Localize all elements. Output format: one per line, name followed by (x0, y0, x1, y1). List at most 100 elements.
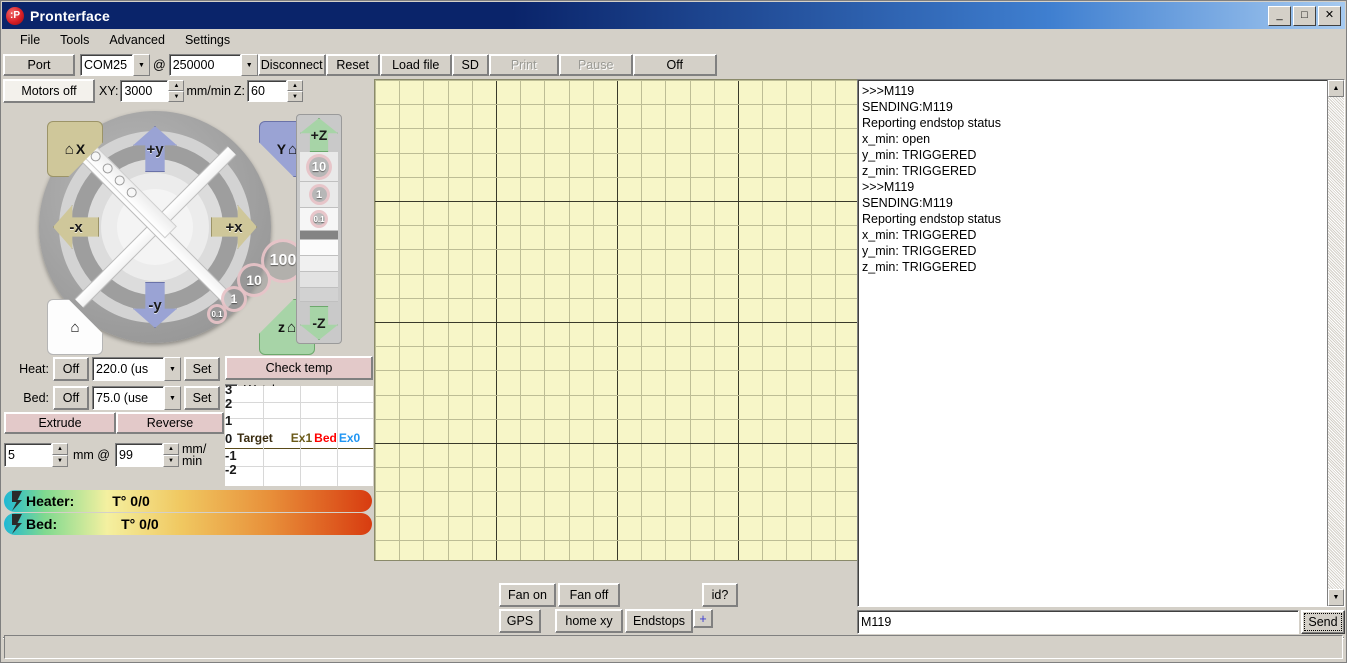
z-feedrate-label: Z: (233, 84, 246, 98)
z-feedrate-input[interactable]: 60 (247, 80, 288, 102)
title-bar: Pronterface _ □ ✕ (2, 2, 1345, 29)
bed-temp-combo-value[interactable]: 75.0 (use (92, 386, 164, 410)
grid-minor-hline (375, 370, 857, 371)
z-slot-blank-1[interactable] (300, 240, 338, 256)
send-button[interactable]: Send (1301, 610, 1345, 634)
graph-ytick--1: -1 (225, 448, 237, 463)
build-plate-visualizer[interactable] (374, 79, 858, 561)
z-step-slot-10[interactable]: 10 (300, 152, 338, 182)
menu-tools[interactable]: Tools (50, 30, 99, 50)
home-z-label: z (277, 319, 285, 335)
macro-row-1: Fan on Fan off id? (499, 583, 749, 607)
pause-button[interactable]: Pause (558, 54, 633, 76)
extrude-length-up-icon[interactable]: ▲ (52, 443, 68, 455)
bed-temp-bar[interactable]: Bed: T° 0/0 (4, 513, 372, 535)
z-step-slot-1[interactable]: 1 (300, 182, 338, 208)
baudrate-dropdown-chevron-down-icon[interactable]: ▼ (240, 54, 258, 76)
z-step-bubble-1[interactable]: 1 (308, 184, 330, 205)
xy-stepper-up-icon[interactable]: ▲ (168, 80, 185, 91)
heater-set-button[interactable]: Set (184, 357, 220, 381)
z-stepper-up-icon[interactable]: ▲ (287, 80, 304, 91)
home-icon: ⌂ (70, 318, 80, 336)
macro-home-xy-button[interactable]: home xy (555, 609, 623, 633)
home-y-label: Y (276, 141, 287, 157)
z-step-bubble-10[interactable]: 10 (306, 153, 332, 180)
check-temp-button[interactable]: Check temp (225, 356, 373, 380)
gcode-command-input[interactable]: M119 (857, 610, 1299, 634)
z-stepper-down-icon[interactable]: ▼ (287, 91, 304, 102)
heater-off-button[interactable]: Off (53, 357, 89, 381)
bed-bar-label: Bed: (26, 516, 58, 532)
macro-id-button[interactable]: id? (702, 583, 738, 607)
minimize-button[interactable]: _ (1268, 5, 1291, 26)
macro-fan-on-button[interactable]: Fan on (499, 583, 556, 607)
console-line: x_min: open (862, 132, 931, 146)
scroll-up-arrow-icon[interactable]: ▲ (1328, 80, 1344, 97)
z-step-slot-0.1[interactable]: 0.1 (300, 208, 338, 231)
extrude-length-input[interactable]: 5 (4, 443, 52, 467)
xy-stepper-down-icon[interactable]: ▼ (168, 91, 185, 102)
mmmin-label: mm/min (186, 84, 231, 98)
off-button[interactable]: Off (632, 54, 717, 76)
maximize-button[interactable]: □ (1293, 5, 1316, 26)
control-panel: +y -y -x +x ⌂ X Y ⌂ z ⌂ ⌂ 100 10 1 0.1 +… (1, 104, 373, 656)
z-slot-blank-4[interactable] (300, 288, 338, 302)
step-bubble-0.1[interactable]: 0.1 (207, 304, 227, 324)
baudrate-select-value[interactable]: 250000 (168, 54, 241, 76)
temperature-graph[interactable]: 3 2 1 0 -1 -2 Target Ex1 Bed Ex0 (225, 386, 373, 486)
disconnect-button[interactable]: Disconnect (257, 54, 326, 76)
console-line: >>>M119 (862, 84, 915, 98)
z-jog-column[interactable]: +Z 10 1 0.1 -Z (296, 114, 342, 344)
heater-temp-bar[interactable]: Heater: T° 0/0 (4, 490, 372, 512)
jog-minus-z-button[interactable]: -Z (300, 306, 338, 340)
bed-label: Bed: (23, 391, 49, 405)
macro-fan-off-button[interactable]: Fan off (558, 583, 620, 607)
bed-temp-chevron-down-icon[interactable]: ▼ (164, 386, 181, 410)
close-button[interactable]: ✕ (1318, 5, 1341, 26)
heater-temp-combo-value[interactable]: 220.0 (us (92, 357, 164, 381)
xy-feedrate-stepper[interactable]: ▲ ▼ (168, 80, 185, 102)
z-step-bubble-0.1[interactable]: 0.1 (310, 210, 328, 228)
grid-minor-hline (375, 395, 857, 396)
extrude-speed-down-icon[interactable]: ▼ (163, 455, 179, 467)
xy-feedrate-input[interactable]: 3000 (120, 80, 169, 102)
connection-toolbar: Port COM25 ▼ @ 250000 ▼ Disconnect Reset… (3, 53, 717, 77)
macro-gps-button[interactable]: GPS (499, 609, 541, 633)
legend-target: Target (237, 431, 273, 445)
z-slot-blank-3[interactable] (300, 272, 338, 288)
port-select-value[interactable]: COM25 (80, 54, 133, 76)
menu-file[interactable]: File (10, 30, 50, 50)
xy-jog-dial[interactable]: +y -y -x +x ⌂ X Y ⌂ z ⌂ ⌂ 100 10 1 0.1 (39, 111, 315, 355)
menu-settings[interactable]: Settings (175, 30, 240, 50)
jog-plus-z-button[interactable]: +Z (300, 118, 338, 152)
print-button[interactable]: Print (488, 54, 559, 76)
reset-button[interactable]: Reset (325, 54, 380, 76)
extrude-speed-input[interactable]: 99 (115, 443, 163, 467)
scroll-down-arrow-icon[interactable]: ▼ (1328, 589, 1344, 606)
port-dropdown-chevron-down-icon[interactable]: ▼ (133, 54, 150, 76)
z-feedrate-stepper[interactable]: ▲ ▼ (287, 80, 304, 102)
graph-legend: Target Ex1 Bed Ex0 (227, 431, 373, 445)
console-log-panel[interactable]: >>>M119 SENDING:M119 Reporting endstop sta… (857, 79, 1345, 607)
extrude-speed-up-icon[interactable]: ▲ (163, 443, 179, 455)
extrude-length-stepper[interactable]: ▲ ▼ (52, 443, 68, 467)
reverse-button[interactable]: Reverse (116, 412, 224, 434)
extrude-speed-stepper[interactable]: ▲ ▼ (163, 443, 179, 467)
bed-set-button[interactable]: Set (184, 386, 220, 410)
motors-off-button[interactable]: Motors off (3, 79, 95, 103)
extrude-length-down-icon[interactable]: ▼ (52, 455, 68, 467)
heater-temp-chevron-down-icon[interactable]: ▼ (164, 357, 181, 381)
port-button[interactable]: Port (3, 54, 75, 76)
load-file-button[interactable]: Load file (379, 54, 452, 76)
add-macro-button[interactable]: + (693, 609, 713, 628)
grid-minor-hline (375, 346, 857, 347)
macro-endstops-button[interactable]: Endstops (625, 609, 693, 633)
sd-button[interactable]: SD (451, 54, 489, 76)
console-scrollbar[interactable]: ▲ ▼ (1327, 80, 1344, 606)
z-slot-blank-2[interactable] (300, 256, 338, 272)
extrude-button[interactable]: Extrude (4, 412, 116, 434)
legend-ex1: Ex1 (290, 431, 313, 445)
pronterface-logo-icon (6, 6, 24, 25)
menu-advanced[interactable]: Advanced (99, 30, 175, 50)
bed-off-button[interactable]: Off (53, 386, 89, 410)
